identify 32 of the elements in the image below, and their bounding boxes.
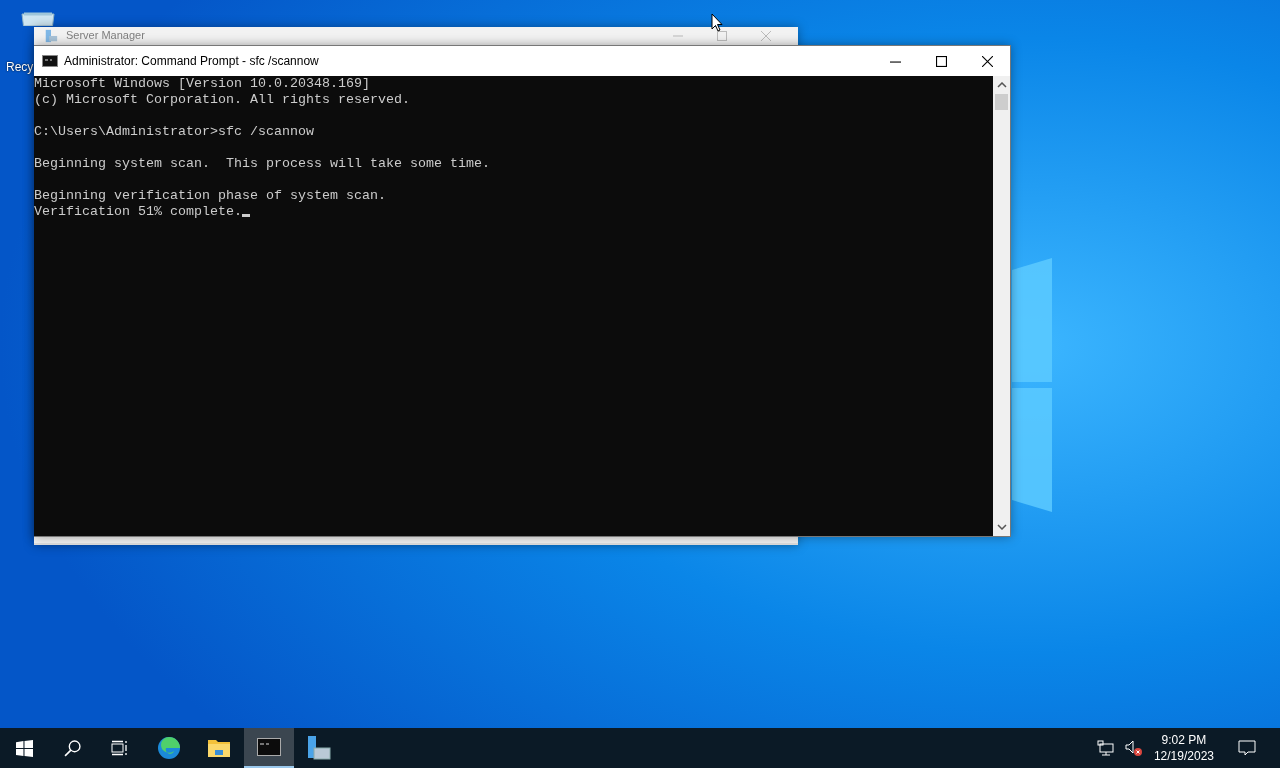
console-icon xyxy=(257,738,281,756)
scroll-up-icon[interactable] xyxy=(996,82,1007,88)
notification-icon[interactable] xyxy=(1238,740,1256,756)
maximize-icon xyxy=(935,55,947,67)
console-icon xyxy=(42,55,58,67)
clock[interactable]: 9:02 PM 12/19/2023 xyxy=(1153,732,1214,764)
clock-date: 12/19/2023 xyxy=(1153,748,1214,764)
maximize-icon[interactable] xyxy=(717,30,727,41)
scroll-down-icon[interactable] xyxy=(996,524,1007,530)
server-icon xyxy=(306,735,332,761)
window-title: Administrator: Command Prompt - sfc /scannow xyxy=(64,54,319,68)
network-icon[interactable] xyxy=(1096,740,1115,756)
search-icon xyxy=(63,739,81,757)
console-line: C:\Users\Administrator>sfc /scannow xyxy=(34,124,314,139)
cmd-taskbar-button[interactable] xyxy=(244,728,294,768)
close-icon xyxy=(981,55,993,67)
task-view-icon xyxy=(111,740,129,756)
muted-speaker-icon[interactable] xyxy=(1124,740,1143,756)
console-line: Microsoft Windows [Version 10.0.20348.169] xyxy=(34,76,370,91)
clock-time: 9:02 PM xyxy=(1161,732,1207,748)
console-line: Beginning system scan. This process will take some time. xyxy=(34,156,490,171)
edge-browser-icon xyxy=(157,736,181,760)
console-line: Beginning verification phase of system scan. xyxy=(34,188,386,203)
server-icon xyxy=(44,28,58,43)
window-title: Server Manager xyxy=(66,29,145,42)
desktop-icon-label[interactable]: Recy xyxy=(6,60,34,74)
console-line: (c) Microsoft Corporation. All rights reserved. xyxy=(34,92,410,107)
windows-logo-icon xyxy=(15,739,33,757)
mouse-pointer-icon xyxy=(711,13,723,32)
console-line: Verification 51% complete. xyxy=(34,204,242,219)
scroll-thumb[interactable] xyxy=(995,94,1008,110)
scrollbar[interactable] xyxy=(993,76,1010,536)
